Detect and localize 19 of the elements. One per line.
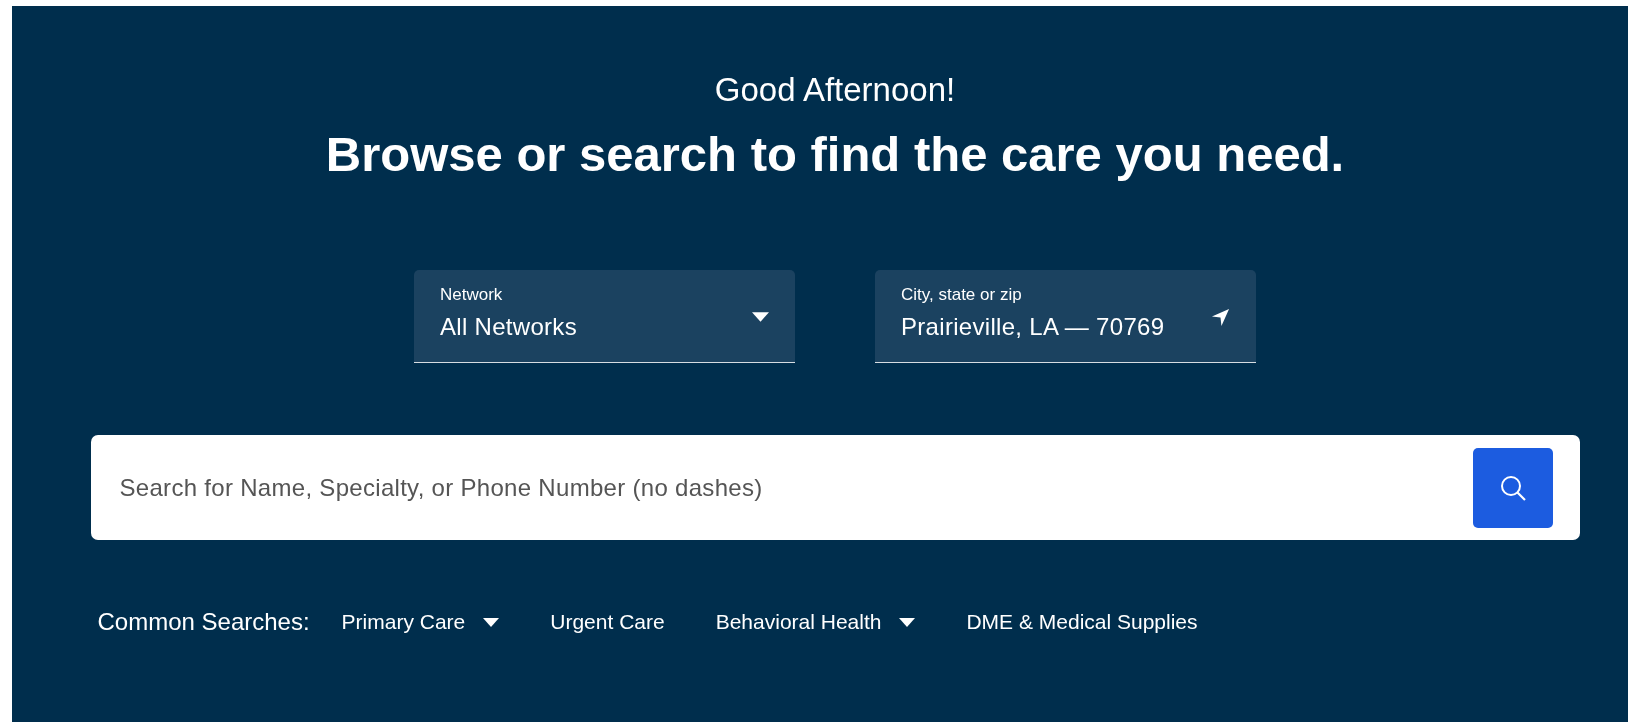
location-field[interactable]: City, state or zip Prairieville, LA — 70769 [875, 270, 1256, 363]
common-search-link[interactable]: Behavioral Health [715, 610, 916, 634]
field-value: Prairieville, LA — 70769 [901, 312, 1165, 342]
caret-icon [752, 312, 769, 322]
common-search-link[interactable]: Urgent Care [550, 610, 665, 634]
greeting: Good Afternoon! [714, 70, 956, 110]
common-search-link[interactable]: Primary Care [341, 610, 500, 634]
field-label: City, state or zip [901, 284, 1022, 306]
search-field[interactable]: Search for Name, Specialty, or Phone Number (no dashes) [90, 435, 1580, 540]
search-button[interactable] [1472, 447, 1553, 528]
search-icon [1498, 473, 1527, 502]
headline: Browse or search to find the care you need. [325, 126, 1345, 182]
field-label: Network [440, 284, 503, 306]
field-value: All Networks [440, 312, 577, 342]
search-input[interactable]: Search for Name, Specialty, or Phone Number (no dashes) [117, 472, 1473, 503]
navigation-arrow-icon[interactable] [1211, 308, 1230, 327]
common-searches-label: Common Searches: [97, 608, 310, 636]
common-search-link[interactable]: DME & Medical Supplies [966, 610, 1198, 634]
network-select[interactable]: Network All Networks [414, 270, 795, 363]
